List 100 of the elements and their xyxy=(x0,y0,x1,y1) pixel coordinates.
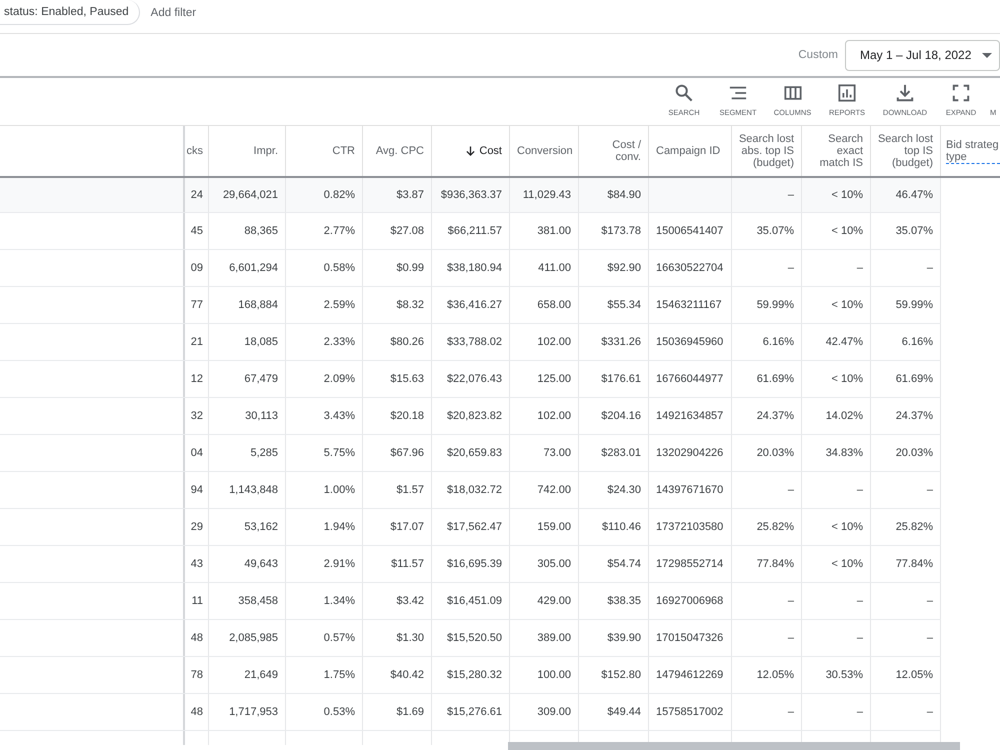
table-cell: $40.42 xyxy=(363,657,432,693)
table-cell: 61.69% xyxy=(871,361,941,397)
table-cell: 3.43% xyxy=(286,398,363,434)
table-cell: 2.59% xyxy=(286,287,363,323)
column-header[interactable]: Impr. xyxy=(254,145,278,157)
table-cell: $16,451.09 xyxy=(432,583,510,619)
table-cell: 0.82% xyxy=(286,178,363,212)
column-header[interactable]: Cost xyxy=(479,145,502,157)
columns-icon xyxy=(784,84,802,102)
table-cell: $331.26 xyxy=(579,324,649,360)
table-cell: $38,180.94 xyxy=(432,250,510,286)
table-cell: 24.37% xyxy=(732,398,802,434)
add-filter-button[interactable]: Add filter xyxy=(150,0,196,25)
table-cell: 49,643 xyxy=(209,546,286,582)
table-cell: 29,664,021 xyxy=(209,178,286,212)
table-cell: 09 xyxy=(185,250,209,286)
table-cell: 48 xyxy=(185,694,209,730)
table-cell: $17.07 xyxy=(363,509,432,545)
table-cell: 24.37% xyxy=(871,398,941,434)
table-cell: 658.00 xyxy=(510,287,579,323)
table-cell: $3.87 xyxy=(363,178,432,212)
table-cell: 12 xyxy=(185,361,209,397)
table-cell: 12.05% xyxy=(871,657,941,693)
table-cell: $0.99 xyxy=(363,250,432,286)
column-header[interactable]: Campaign ID xyxy=(656,145,720,157)
filter-chip[interactable]: status: Enabled, Paused xyxy=(0,0,140,25)
table-cell: 5.75% xyxy=(286,435,363,471)
table-cell: 45 xyxy=(185,213,209,249)
table-cell: $38.35 xyxy=(579,583,649,619)
table-cell: 2.09% xyxy=(286,361,363,397)
table-cell: 102.00 xyxy=(510,324,579,360)
table-cell: $55.34 xyxy=(579,287,649,323)
table-cell: $84.90 xyxy=(579,178,649,212)
table-cell: – xyxy=(871,472,941,508)
table-cell: 1.34% xyxy=(286,583,363,619)
table-cell: – xyxy=(732,583,802,619)
table-cell: 309.00 xyxy=(510,694,579,730)
column-header[interactable]: CTR xyxy=(332,145,355,157)
table-cell: 1.00% xyxy=(286,472,363,508)
table-cell: $39.90 xyxy=(579,620,649,656)
column-header[interactable]: Avg. CPC xyxy=(376,145,424,157)
table-cell: 77.84% xyxy=(871,546,941,582)
table-cell: $15,280.32 xyxy=(432,657,510,693)
sort-arrow-icon xyxy=(466,146,476,156)
table-cell: $1.69 xyxy=(363,694,432,730)
table-cell: – xyxy=(802,250,871,286)
table-cell: 11,029.43 xyxy=(510,178,579,212)
table-cell: $1.30 xyxy=(363,620,432,656)
column-header[interactable]: Conversion xyxy=(517,145,573,157)
table-cell: 16766044977 xyxy=(649,361,732,397)
caret-icon xyxy=(982,52,992,58)
column-header[interactable]: Search lost abs. top IS (budget) xyxy=(736,133,794,169)
table-cell: 1.94% xyxy=(286,509,363,545)
table-cell: 389.00 xyxy=(510,620,579,656)
table-cell: $16,695.39 xyxy=(432,546,510,582)
column-header[interactable]: cks xyxy=(186,145,203,157)
table-cell: – xyxy=(732,472,802,508)
table-cell: 77.84% xyxy=(732,546,802,582)
column-header[interactable]: Search exact match IS xyxy=(813,133,863,169)
column-header[interactable]: Cost / conv. xyxy=(597,139,641,163)
table-cell: 94 xyxy=(185,472,209,508)
table-cell: 14794612269 xyxy=(649,657,732,693)
table-cell: – xyxy=(802,583,871,619)
table-cell: $15,276.61 xyxy=(432,694,510,730)
table-cell: 53,162 xyxy=(209,509,286,545)
table-cell: 14.02% xyxy=(802,398,871,434)
table-cell: 125.00 xyxy=(510,361,579,397)
table-cell: 18,085 xyxy=(209,324,286,360)
table-cell: $11.57 xyxy=(363,546,432,582)
table-cell: 15006541407 xyxy=(649,213,732,249)
table-cell: $176.61 xyxy=(579,361,649,397)
table-cell: 35.07% xyxy=(871,213,941,249)
table-cell: 29 xyxy=(185,509,209,545)
column-header[interactable]: Bid strateg type xyxy=(946,138,1000,164)
table-cell: < 10% xyxy=(802,509,871,545)
table-cell: 15463211167 xyxy=(649,287,732,323)
table-cell: 2,085,985 xyxy=(209,620,286,656)
table-cell: – xyxy=(802,472,871,508)
table-cell: $66,211.57 xyxy=(432,213,510,249)
table-cell: 358,458 xyxy=(209,583,286,619)
table-cell: 21 xyxy=(185,324,209,360)
table-cell: 0.57% xyxy=(286,620,363,656)
table-cell: – xyxy=(871,583,941,619)
date-range-dropdown[interactable]: May 1 – Jul 18, 2022 xyxy=(845,40,1000,70)
scrollbar-thumb[interactable] xyxy=(508,742,960,750)
table-cell: 17372103580 xyxy=(649,509,732,545)
table-cell: 6.16% xyxy=(871,324,941,360)
table-cell: $24.30 xyxy=(579,472,649,508)
table-cell: $20.18 xyxy=(363,398,432,434)
download-icon xyxy=(896,84,914,102)
column-header[interactable]: Search lost top IS (budget) xyxy=(875,133,933,169)
table-cell: 13202904226 xyxy=(649,435,732,471)
table-cell: – xyxy=(732,694,802,730)
table-cell: – xyxy=(871,250,941,286)
table-cell: 48 xyxy=(185,620,209,656)
bar-chart-icon xyxy=(838,84,856,102)
table-cell: – xyxy=(802,620,871,656)
table-cell: 59.99% xyxy=(732,287,802,323)
table-cell: 67,479 xyxy=(209,361,286,397)
table-cell: 20.03% xyxy=(732,435,802,471)
